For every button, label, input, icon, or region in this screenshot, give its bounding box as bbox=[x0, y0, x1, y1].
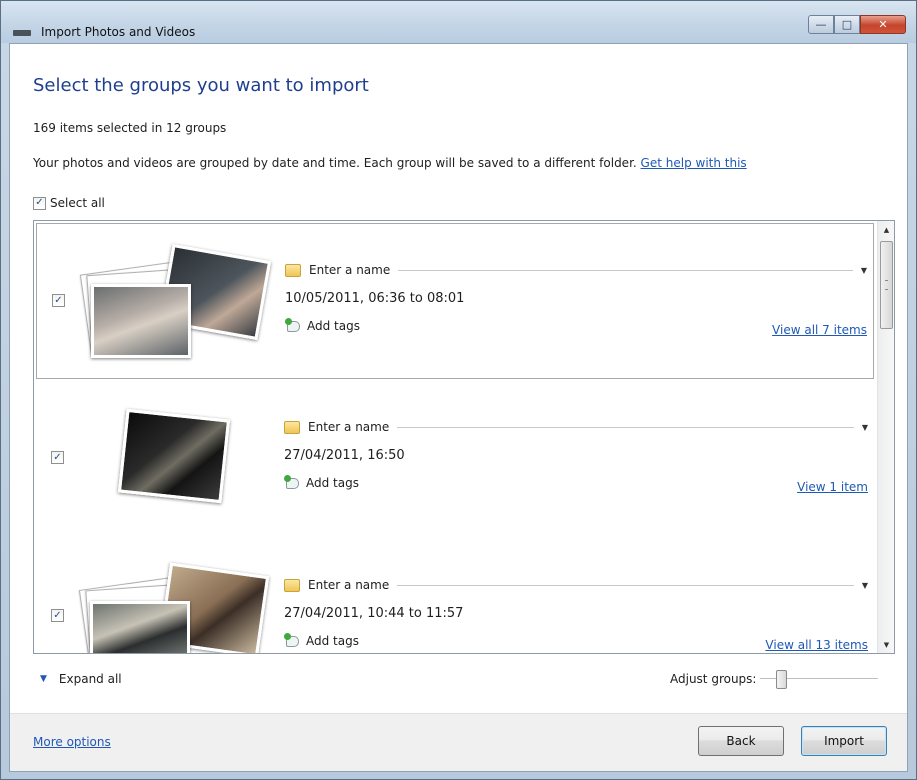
group-name-field[interactable]: Enter a name ▼ bbox=[285, 262, 867, 278]
chevron-down-icon: ▼ bbox=[40, 674, 47, 684]
chevron-down-icon[interactable]: ▼ bbox=[861, 266, 867, 275]
close-button[interactable]: ✕ bbox=[860, 15, 906, 34]
dialog-body: Select the groups you want to import 169… bbox=[9, 43, 908, 772]
group-details: Enter a name ▼ 10/05/2011, 06:36 to 08:0… bbox=[285, 246, 873, 366]
group-checkbox[interactable]: ✓ bbox=[51, 451, 64, 464]
group-name-placeholder: Enter a name bbox=[308, 578, 390, 592]
tag-icon bbox=[284, 633, 300, 647]
group-name-placeholder: Enter a name bbox=[308, 420, 390, 434]
description-text: Your photos and videos are grouped by da… bbox=[33, 156, 637, 170]
scroll-down-icon: ▼ bbox=[883, 640, 890, 649]
maximize-button[interactable]: □ bbox=[834, 15, 860, 34]
add-tags[interactable]: Add tags bbox=[284, 633, 359, 648]
scroll-up-button[interactable]: ▲ bbox=[878, 221, 894, 238]
grouping-description: Your photos and videos are grouped by da… bbox=[33, 156, 747, 170]
group-item[interactable]: ✓ Enter a name ▼ 10/05/2011, 06:36 to 08… bbox=[36, 223, 874, 379]
minimize-button[interactable]: — bbox=[808, 15, 834, 34]
expand-all-label: Expand all bbox=[58, 672, 122, 686]
maximize-icon: □ bbox=[841, 18, 853, 31]
group-name-field[interactable]: Enter a name ▼ bbox=[284, 419, 868, 435]
adjust-groups-slider[interactable] bbox=[760, 670, 879, 689]
adjust-groups-label: Adjust groups: bbox=[670, 672, 757, 686]
close-icon: ✕ bbox=[878, 18, 888, 31]
window-controls: — □ ✕ bbox=[808, 15, 906, 34]
name-underline bbox=[397, 426, 854, 428]
expand-all-button[interactable]: ▼ Expand all bbox=[40, 672, 122, 686]
group-name-placeholder: Enter a name bbox=[309, 263, 391, 277]
scroll-thumb[interactable] bbox=[880, 241, 893, 329]
scroll-grip bbox=[885, 280, 888, 290]
group-thumbnails[interactable] bbox=[77, 232, 277, 372]
group-date: 27/04/2011, 16:50 bbox=[284, 448, 405, 463]
folder-icon bbox=[284, 420, 300, 434]
tag-icon bbox=[284, 475, 300, 489]
slider-thumb[interactable] bbox=[776, 670, 788, 689]
group-list: ✓ Enter a name ▼ 10/05/2011, 06:36 to 08… bbox=[33, 220, 895, 654]
scroll-up-icon: ▲ bbox=[883, 225, 890, 234]
select-all-label: Select all bbox=[50, 196, 105, 210]
adjust-groups: Adjust groups: bbox=[670, 670, 879, 689]
folder-icon bbox=[284, 578, 300, 592]
group-item[interactable]: ✓ Enter a name ▼ 27/04/2011, 16:50 Add t… bbox=[36, 381, 874, 537]
more-options-link[interactable]: More options bbox=[33, 735, 111, 749]
help-link[interactable]: Get help with this bbox=[641, 156, 747, 170]
photo-thumbnail bbox=[90, 601, 190, 653]
name-underline bbox=[397, 584, 854, 586]
photo-thumbnail bbox=[91, 284, 191, 358]
view-items-link[interactable]: View all 13 items bbox=[765, 638, 868, 652]
group-details: Enter a name ▼ 27/04/2011, 10:44 to 11:5… bbox=[284, 561, 874, 653]
add-tags[interactable]: Add tags bbox=[285, 318, 360, 333]
select-all-checkbox[interactable]: ✓ bbox=[33, 196, 46, 210]
dialog-footer: More options Back Import bbox=[10, 713, 907, 771]
view-items-link[interactable]: View 1 item bbox=[797, 480, 868, 494]
group-item[interactable]: ✓ Enter a name ▼ 27/04/2011, 10:44 to 11… bbox=[36, 539, 874, 653]
title-bar[interactable]: Import Photos and Videos — □ ✕ bbox=[1, 1, 916, 43]
minimize-icon: — bbox=[815, 18, 827, 31]
page-title: Select the groups you want to import bbox=[33, 75, 369, 96]
add-tags-label: Add tags bbox=[306, 476, 359, 490]
group-list-scrollbar[interactable]: ▲ ▼ bbox=[877, 221, 894, 653]
scroll-down-button[interactable]: ▼ bbox=[878, 636, 894, 653]
group-date: 27/04/2011, 10:44 to 11:57 bbox=[284, 606, 464, 621]
import-window: Import Photos and Videos — □ ✕ Select th… bbox=[0, 0, 917, 780]
window-title: Import Photos and Videos bbox=[41, 25, 196, 39]
group-details: Enter a name ▼ 27/04/2011, 16:50 Add tag… bbox=[284, 403, 874, 523]
chevron-down-icon[interactable]: ▼ bbox=[862, 581, 868, 590]
group-date: 10/05/2011, 06:36 to 08:01 bbox=[285, 291, 465, 306]
import-button[interactable]: Import bbox=[801, 726, 887, 756]
select-all-row[interactable]: ✓ Select all bbox=[33, 196, 105, 210]
group-name-field[interactable]: Enter a name ▼ bbox=[284, 577, 868, 593]
folder-icon bbox=[285, 263, 301, 277]
add-tags-label: Add tags bbox=[307, 319, 360, 333]
selection-count: 169 items selected in 12 groups bbox=[33, 121, 227, 135]
app-icon bbox=[13, 30, 31, 36]
group-thumbnails[interactable] bbox=[76, 389, 276, 529]
name-underline bbox=[398, 269, 853, 271]
view-items-link[interactable]: View all 7 items bbox=[772, 323, 867, 337]
photo-thumbnail bbox=[117, 408, 231, 504]
group-thumbnails[interactable] bbox=[76, 547, 276, 653]
add-tags-label: Add tags bbox=[306, 634, 359, 648]
tag-icon bbox=[285, 318, 301, 332]
group-checkbox[interactable]: ✓ bbox=[52, 294, 65, 307]
back-button[interactable]: Back bbox=[698, 726, 784, 756]
chevron-down-icon[interactable]: ▼ bbox=[862, 423, 868, 432]
add-tags[interactable]: Add tags bbox=[284, 475, 359, 490]
group-checkbox[interactable]: ✓ bbox=[51, 609, 64, 622]
